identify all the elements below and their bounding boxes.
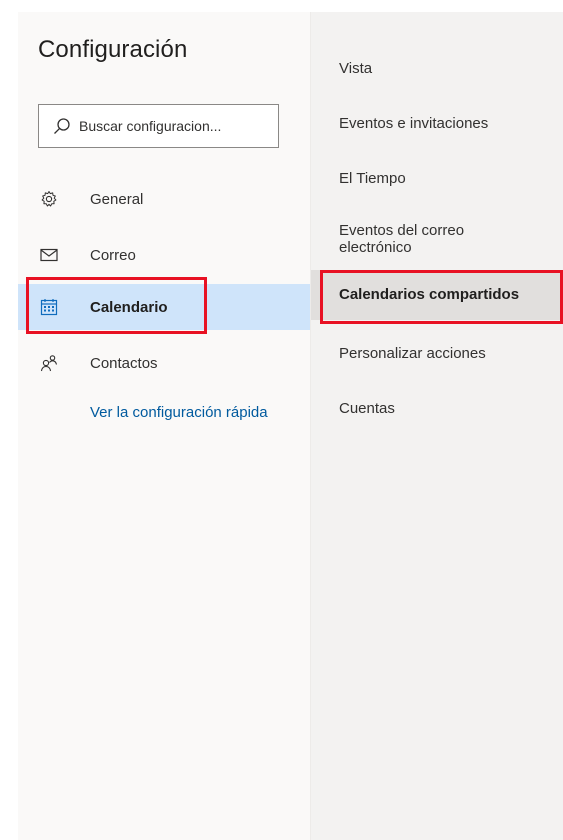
people-icon	[40, 354, 58, 372]
calendar-icon	[40, 298, 58, 316]
menu-item-email-events[interactable]: Eventos del correo electrónico	[339, 222, 529, 256]
nav-item-label: Calendario	[90, 298, 168, 316]
nav-item-label: General	[90, 190, 144, 208]
search-input[interactable]	[79, 118, 269, 134]
nav-item-contacts[interactable]: Contactos	[18, 340, 310, 386]
menu-item-label: Calendarios compartidos	[339, 286, 520, 303]
settings-title: Configuración	[38, 36, 188, 63]
quick-settings-link[interactable]: Ver la configuración rápida	[90, 404, 290, 421]
mail-icon	[40, 246, 58, 264]
menu-item-accounts[interactable]: Cuentas	[339, 400, 559, 417]
nav-item-general[interactable]: General	[18, 176, 310, 222]
menu-item-customize-actions[interactable]: Personalizar acciones	[339, 345, 559, 362]
menu-item-view[interactable]: Vista	[339, 60, 559, 77]
nav-item-label: Correo	[90, 246, 136, 264]
menu-item-weather[interactable]: El Tiempo	[339, 170, 559, 187]
menu-item-events-invitations[interactable]: Eventos e invitaciones	[339, 115, 559, 132]
settings-search-box[interactable]	[38, 104, 279, 148]
calendar-settings-menu	[311, 12, 563, 840]
gear-icon	[40, 190, 58, 208]
search-icon	[53, 117, 71, 135]
nav-item-calendar[interactable]: Calendario	[18, 284, 310, 330]
nav-item-label: Contactos	[90, 354, 158, 372]
menu-item-shared-calendars[interactable]: Calendarios compartidos	[311, 270, 563, 320]
nav-item-mail[interactable]: Correo	[18, 232, 310, 278]
